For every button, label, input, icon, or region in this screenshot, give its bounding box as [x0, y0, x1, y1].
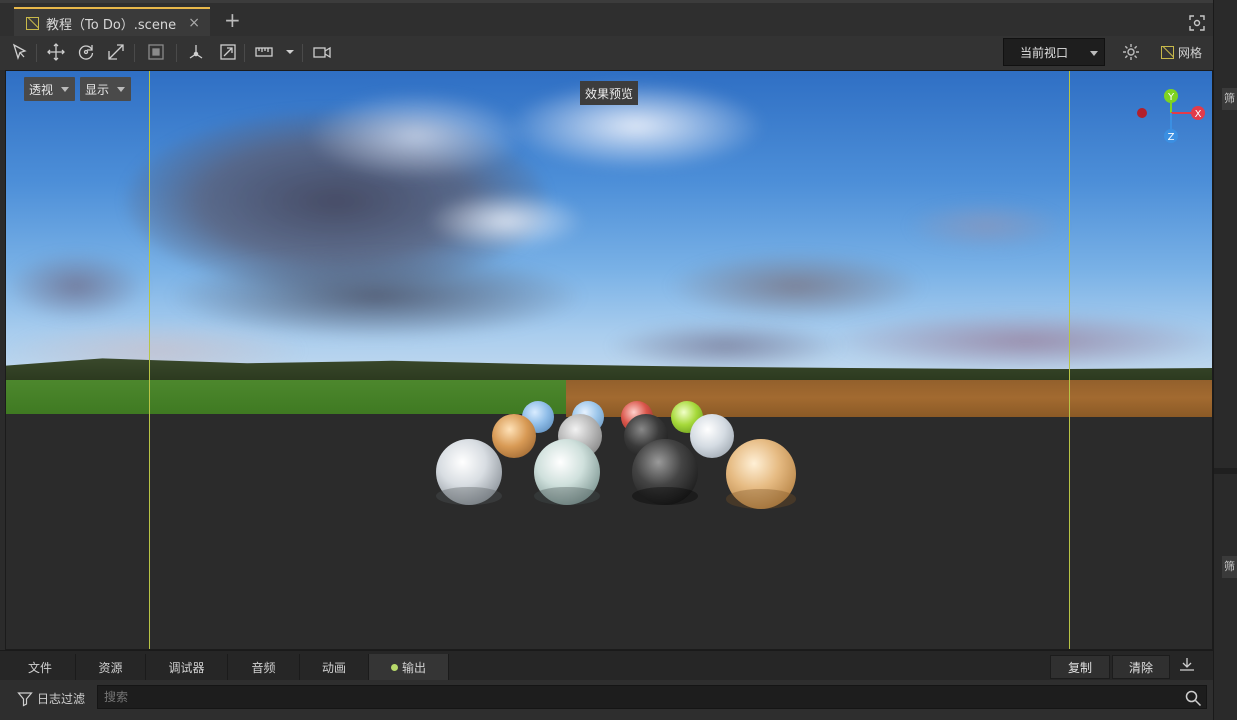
- rect-select-icon[interactable]: [146, 42, 166, 62]
- display-label: 显示: [85, 82, 110, 97]
- axis-z-label: Z: [1168, 132, 1175, 143]
- snap-icon[interactable]: [218, 42, 238, 62]
- status-dot-icon: [390, 664, 398, 671]
- camera-guide-right: [1069, 71, 1070, 649]
- camera-icon[interactable]: [312, 42, 332, 62]
- ruler-icon[interactable]: [254, 42, 274, 62]
- copy-label: 复制: [1067, 660, 1092, 675]
- toolbar-divider: [134, 44, 135, 62]
- pivot-icon[interactable]: [186, 42, 206, 62]
- copy-button[interactable]: 复制: [1050, 655, 1110, 679]
- preview-label: 效果预览: [580, 81, 639, 105]
- grid-toggle[interactable]: 网格: [1161, 44, 1202, 61]
- material-sphere[interactable]: [726, 439, 796, 509]
- right-panel-edge: 筛 筛: [1213, 0, 1237, 720]
- tab-title: 教程（To Do）.scene: [46, 17, 177, 33]
- chevron-down-icon: [61, 87, 70, 92]
- gear-icon[interactable]: [1121, 42, 1141, 62]
- tab-files[interactable]: 文件: [5, 654, 76, 681]
- log-filter-bar: 日志过滤: [0, 680, 1213, 720]
- material-sphere[interactable]: [632, 439, 698, 505]
- filter-chip[interactable]: 筛: [1222, 556, 1237, 578]
- skybox: [6, 71, 1212, 391]
- grid-label: 网格: [1178, 46, 1203, 60]
- clear-label: 清除: [1128, 660, 1153, 675]
- scene-icon: [26, 16, 39, 30]
- display-dropdown[interactable]: 显示: [80, 77, 132, 101]
- toolbar-divider: [244, 44, 245, 62]
- scale-tool-icon[interactable]: [106, 42, 126, 62]
- projection-dropdown[interactable]: 透视: [24, 77, 76, 101]
- download-icon[interactable]: [1177, 655, 1197, 675]
- tab-debugger[interactable]: 调试器: [146, 654, 228, 681]
- tab-label: 动画: [321, 661, 346, 675]
- grid-icon: [1161, 46, 1174, 59]
- close-icon[interactable]: ×: [188, 15, 200, 31]
- tab-label: 调试器: [168, 661, 205, 675]
- toolbar-divider: [176, 44, 177, 62]
- bottom-panel-tabs: 文件 资源 调试器 音频 动画 输出 复制 清除: [0, 650, 1213, 681]
- tab-assets[interactable]: 资源: [76, 654, 146, 681]
- clear-button[interactable]: 清除: [1112, 655, 1170, 679]
- document-tab-bar: 教程（To Do）.scene × +: [0, 0, 1213, 37]
- select-tool-icon[interactable]: [10, 42, 30, 62]
- viewport-select-value: 当前视口: [1020, 45, 1069, 60]
- scene-viewport[interactable]: 透视 显示 效果预览 Y X Z: [5, 70, 1213, 650]
- toolbar-divider: [302, 44, 303, 62]
- tab-label: 输出: [401, 661, 426, 675]
- preview-label-text: 效果预览: [585, 86, 634, 101]
- axis-y-label: Y: [1167, 92, 1175, 103]
- search-icon[interactable]: [1184, 689, 1202, 707]
- axis-x-label: X: [1195, 109, 1202, 120]
- tab-output[interactable]: 输出: [369, 654, 449, 681]
- viewport-select[interactable]: 当前视口: [1003, 38, 1105, 66]
- checker-floor: [6, 383, 1212, 649]
- tab-label: 文件: [27, 661, 52, 675]
- filter-chip[interactable]: 筛: [1222, 88, 1237, 110]
- move-tool-icon[interactable]: [46, 42, 66, 62]
- tab-scene[interactable]: 教程（To Do）.scene ×: [14, 7, 210, 37]
- tab-audio[interactable]: 音频: [228, 654, 300, 681]
- material-sphere[interactable]: [436, 439, 502, 505]
- panel-splitter[interactable]: [1214, 468, 1237, 474]
- search-input[interactable]: [97, 685, 1207, 709]
- material-sphere[interactable]: [492, 414, 536, 458]
- material-sphere[interactable]: [534, 439, 600, 505]
- chevron-down-icon: [1090, 51, 1098, 56]
- toolbar-divider: [36, 44, 37, 62]
- viewport-toolbar: 当前视口 网格: [0, 36, 1213, 70]
- chevron-down-icon[interactable]: [280, 42, 300, 62]
- log-filter[interactable]: 日志过滤: [17, 690, 85, 707]
- orientation-gizmo[interactable]: Y X Z: [1134, 85, 1212, 149]
- axis-neg-x-handle[interactable]: [1137, 108, 1147, 118]
- chevron-down-icon: [117, 87, 126, 92]
- tab-animation[interactable]: 动画: [300, 654, 369, 681]
- material-sphere[interactable]: [690, 414, 734, 458]
- rotate-tool-icon[interactable]: [76, 42, 96, 62]
- tab-label: 音频: [251, 661, 276, 675]
- projection-label: 透视: [29, 82, 54, 97]
- tab-label: 资源: [98, 661, 123, 675]
- funnel-icon: [17, 691, 33, 706]
- camera-guide-left: [149, 71, 150, 649]
- fullscreen-icon[interactable]: [1189, 15, 1205, 31]
- log-filter-label: 日志过滤: [37, 692, 86, 706]
- add-tab-button[interactable]: +: [224, 9, 241, 31]
